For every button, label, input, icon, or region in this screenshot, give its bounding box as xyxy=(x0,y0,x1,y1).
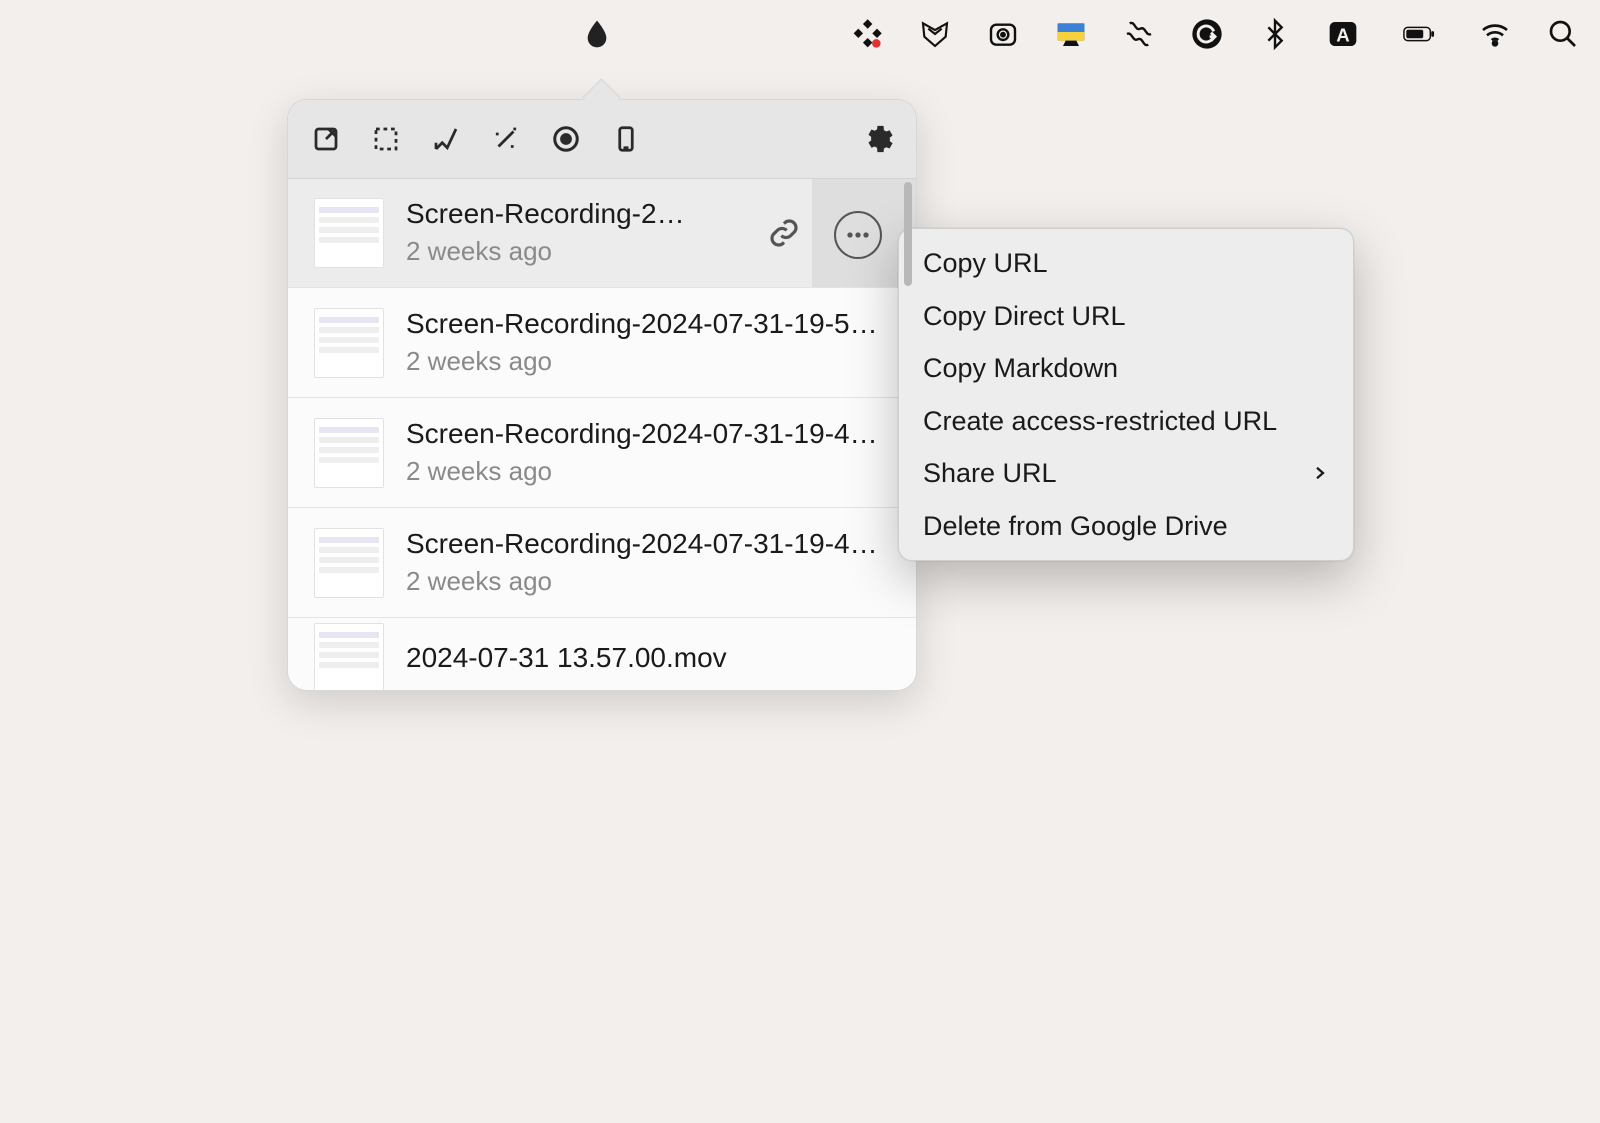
input-a-icon[interactable]: A xyxy=(1326,17,1360,51)
list-item[interactable]: Screen-Recording-2024-07-31-19-4… 2 week… xyxy=(288,508,916,618)
annotate-icon[interactable] xyxy=(426,119,466,159)
item-subtitle: 2 weeks ago xyxy=(406,566,890,597)
bluetooth-icon[interactable] xyxy=(1258,17,1292,51)
app-panel: Screen-Recording-2… 2 weeks ago Screen-R… xyxy=(287,99,917,691)
list-item[interactable]: Screen-Recording-2024-07-31-19-4… 2 week… xyxy=(288,398,916,508)
chevron-right-icon xyxy=(1311,453,1329,494)
item-title: Screen-Recording-2… xyxy=(406,198,686,230)
gear-icon[interactable] xyxy=(858,119,898,159)
item-title: 2024-07-31 13.57.00.mov xyxy=(406,642,890,674)
thumbnail xyxy=(314,418,384,488)
record-icon[interactable] xyxy=(546,119,586,159)
item-subtitle: 2 weeks ago xyxy=(406,456,890,487)
thumbnail xyxy=(314,308,384,378)
menubar: A xyxy=(0,0,1600,68)
thumbnail xyxy=(314,528,384,598)
drop-icon[interactable] xyxy=(580,17,614,51)
item-subtitle: 2 weeks ago xyxy=(406,346,890,377)
context-menu: Copy URL Copy Direct URL Copy Markdown C… xyxy=(898,228,1354,561)
grammarly-icon[interactable] xyxy=(1190,17,1224,51)
menu-label: Copy Markdown xyxy=(923,348,1118,389)
fox-icon[interactable] xyxy=(918,17,952,51)
display-flag-icon[interactable] xyxy=(1054,17,1088,51)
menu-label: Share URL xyxy=(923,453,1057,494)
list-item[interactable]: Screen-Recording-2024-07-31-19-5… 2 week… xyxy=(288,288,916,398)
device-icon[interactable] xyxy=(606,119,646,159)
menu-create-restricted-url[interactable]: Create access-restricted URL xyxy=(899,395,1353,448)
script-icon[interactable] xyxy=(1122,17,1156,51)
recordings-list: Screen-Recording-2… 2 weeks ago Screen-R… xyxy=(288,178,916,690)
selection-icon[interactable] xyxy=(366,119,406,159)
battery-icon[interactable] xyxy=(1394,17,1444,51)
more-icon[interactable] xyxy=(834,211,882,259)
item-title: Screen-Recording-2024-07-31-19-4… xyxy=(406,528,890,560)
spotlight-icon[interactable] xyxy=(1546,17,1580,51)
svg-text:A: A xyxy=(1336,24,1349,45)
compose-icon[interactable] xyxy=(306,119,346,159)
item-actions xyxy=(762,211,806,255)
diamonds-icon[interactable] xyxy=(850,17,884,51)
menu-copy-direct-url[interactable]: Copy Direct URL xyxy=(899,290,1353,343)
thumbnail xyxy=(314,198,384,268)
magic-icon[interactable] xyxy=(486,119,526,159)
list-item[interactable]: 2024-07-31 13.57.00.mov xyxy=(288,618,916,690)
item-title: Screen-Recording-2024-07-31-19-5… xyxy=(406,308,890,340)
panel-toolbar xyxy=(288,100,916,179)
menu-share-url[interactable]: Share URL xyxy=(899,447,1353,500)
menu-copy-markdown[interactable]: Copy Markdown xyxy=(899,342,1353,395)
item-title: Screen-Recording-2024-07-31-19-4… xyxy=(406,418,890,450)
menu-copy-url[interactable]: Copy URL xyxy=(899,237,1353,290)
menubar-right: A xyxy=(850,17,1580,51)
scrollbar-thumb[interactable] xyxy=(904,182,912,286)
menu-delete-drive[interactable]: Delete from Google Drive xyxy=(899,500,1353,553)
camera-icon[interactable] xyxy=(986,17,1020,51)
thumbnail xyxy=(314,623,384,690)
menu-label: Copy URL xyxy=(923,243,1048,284)
link-icon[interactable] xyxy=(762,211,806,255)
menubar-left xyxy=(580,0,614,68)
wifi-icon[interactable] xyxy=(1478,17,1512,51)
menu-label: Copy Direct URL xyxy=(923,296,1126,337)
list-item[interactable]: Screen-Recording-2… 2 weeks ago xyxy=(288,178,916,288)
item-subtitle: 2 weeks ago xyxy=(406,236,750,267)
menu-label: Delete from Google Drive xyxy=(923,506,1228,547)
menu-label: Create access-restricted URL xyxy=(923,401,1277,442)
